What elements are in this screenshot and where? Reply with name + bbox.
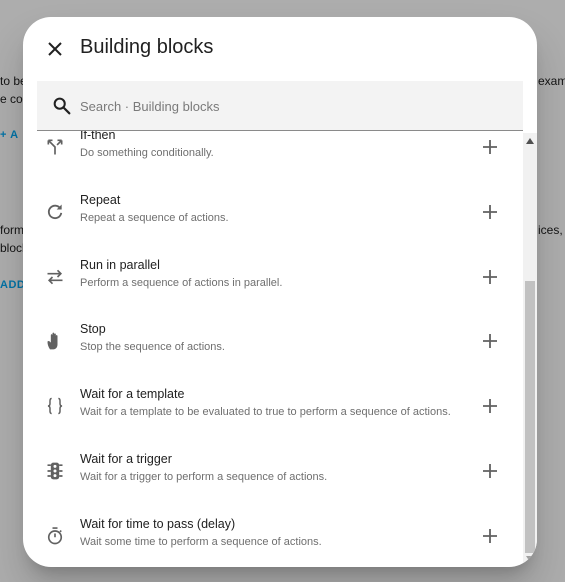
- arrow-up-icon: [526, 138, 534, 144]
- search-bar[interactable]: [37, 81, 523, 131]
- refresh-icon: [44, 201, 66, 223]
- hand-stop-icon: [44, 330, 66, 352]
- plus-icon: [483, 399, 497, 414]
- close-icon: [48, 42, 62, 56]
- call-split-icon: [44, 136, 66, 158]
- plus-icon: [483, 140, 497, 154]
- add-button[interactable]: [478, 524, 502, 548]
- add-button[interactable]: [478, 459, 502, 483]
- item-title: Wait for a template: [80, 387, 185, 402]
- arrow-down-icon: [526, 556, 534, 562]
- scroll-thumb[interactable]: [525, 281, 535, 553]
- item-description: Perform a sequence of actions in paralle…: [80, 276, 283, 289]
- add-button[interactable]: [478, 394, 502, 418]
- building-blocks-dialog: Building blocks If-then Do something con…: [23, 17, 537, 567]
- item-description: Repeat a sequence of actions.: [80, 211, 229, 224]
- item-description: Wait for a trigger to perform a sequence…: [80, 470, 328, 483]
- search-input[interactable]: [80, 94, 500, 118]
- item-description: Wait for a template to be evaluated to t…: [80, 406, 451, 419]
- plus-icon: [483, 528, 497, 543]
- list-item-stop[interactable]: Stop Stop the sequence of actions.: [23, 309, 521, 374]
- scroll-up-arrow[interactable]: [523, 135, 537, 147]
- add-button[interactable]: [478, 200, 502, 224]
- item-description: Wait some time to perform a sequence of …: [80, 535, 322, 548]
- scroll-down-arrow[interactable]: [523, 553, 537, 565]
- item-title: Repeat: [80, 192, 121, 207]
- add-button[interactable]: [478, 265, 502, 289]
- list-item-wait-for-time[interactable]: Wait for time to pass (delay) Wait some …: [23, 504, 521, 567]
- timer-icon: [44, 525, 66, 547]
- code-braces-icon: [44, 395, 66, 417]
- traffic-light-icon: [44, 460, 66, 482]
- search-icon: [53, 97, 71, 115]
- item-title: Wait for a trigger: [80, 451, 172, 466]
- plus-icon: [483, 463, 497, 478]
- add-button[interactable]: [478, 329, 502, 353]
- shuffle-arrows-icon: [44, 266, 66, 288]
- list-item-run-in-parallel[interactable]: Run in parallel Perform a sequence of ac…: [23, 245, 521, 310]
- dialog-title: Building blocks: [80, 36, 214, 58]
- item-description: Do something conditionally.: [80, 147, 214, 159]
- dialog-header: Building blocks: [23, 17, 537, 81]
- list-item-wait-for-trigger[interactable]: Wait for a trigger Wait for a trigger to…: [23, 439, 521, 504]
- blocks-list: If-then Do something conditionally. Repe…: [23, 131, 521, 567]
- item-title: Stop: [80, 322, 106, 337]
- add-button[interactable]: [478, 135, 502, 159]
- plus-icon: [483, 204, 497, 219]
- list-item-wait-for-template[interactable]: Wait for a template Wait for a template …: [23, 374, 521, 439]
- item-title: If-then: [80, 131, 116, 142]
- item-title: Run in parallel: [80, 257, 160, 272]
- plus-icon: [483, 269, 497, 284]
- item-description: Stop the sequence of actions.: [80, 341, 225, 354]
- list-item-if-then[interactable]: If-then Do something conditionally.: [23, 131, 521, 180]
- list-item-repeat[interactable]: Repeat Repeat a sequence of actions.: [23, 180, 521, 245]
- close-button[interactable]: [39, 33, 71, 65]
- item-title: Wait for time to pass (delay): [80, 516, 236, 531]
- list-scrollbar[interactable]: [523, 133, 537, 567]
- plus-icon: [483, 334, 497, 349]
